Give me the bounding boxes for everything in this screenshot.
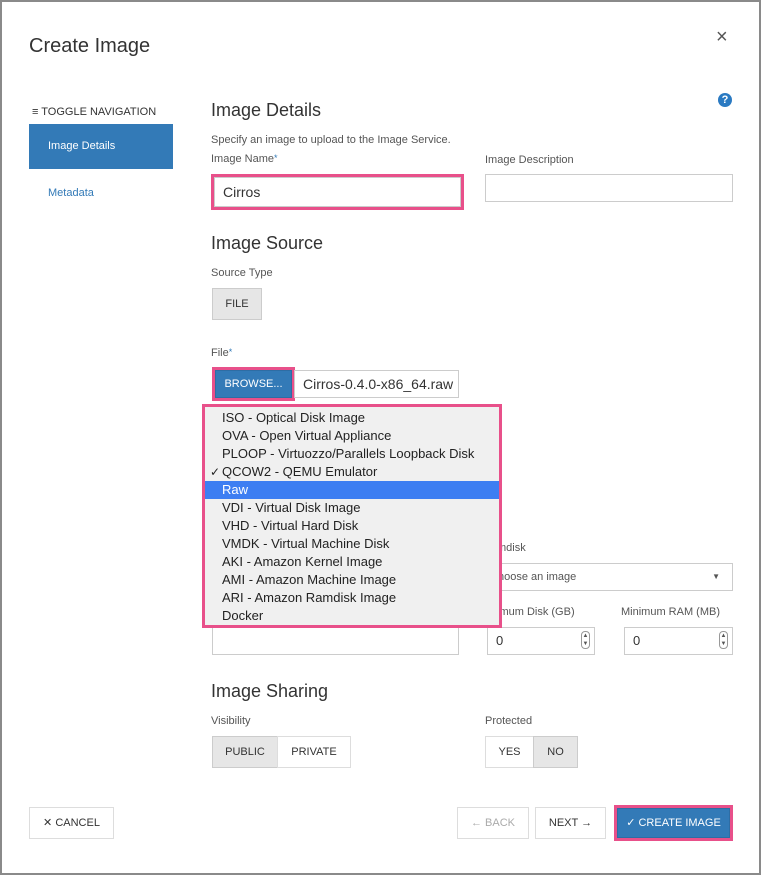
partially-hidden-input[interactable] bbox=[212, 627, 459, 655]
source-type-label: Source Type bbox=[211, 267, 273, 279]
create-image-button[interactable]: ✓ CREATE IMAGE bbox=[617, 808, 730, 838]
file-label: File* bbox=[211, 347, 233, 359]
min-disk-input[interactable]: 0 ▲ ▼ bbox=[487, 627, 595, 655]
protected-label: Protected bbox=[485, 715, 533, 727]
dropdown-option-highlighted[interactable]: Raw bbox=[205, 481, 499, 499]
stepper-up-icon[interactable]: ▲ bbox=[582, 632, 589, 640]
min-ram-value: 0 bbox=[633, 633, 641, 648]
protected-yes-button[interactable]: YES bbox=[485, 736, 534, 768]
image-sharing-heading: Image Sharing bbox=[211, 681, 329, 701]
image-details-subtitle: Specify an image to upload to the Image … bbox=[211, 134, 451, 146]
protected-no-button[interactable]: NO bbox=[533, 736, 578, 768]
dropdown-option[interactable]: VMDK - Virtual Machine Disk bbox=[205, 535, 499, 553]
chevron-down-icon: ▼ bbox=[712, 572, 720, 581]
toggle-navigation-button[interactable]: ≡ TOGGLE NAVIGATION bbox=[32, 106, 156, 118]
back-button[interactable]: ← BACK bbox=[457, 807, 529, 839]
min-ram-stepper[interactable]: ▲ ▼ bbox=[719, 631, 728, 649]
visibility-label: Visibility bbox=[211, 715, 251, 727]
help-icon[interactable]: ? bbox=[718, 93, 732, 107]
ramdisk-select-value: hoose an image bbox=[498, 571, 577, 583]
disk-format-dropdown[interactable]: ISO - Optical Disk Image OVA - Open Virt… bbox=[202, 404, 502, 628]
dropdown-option[interactable]: AKI - Amazon Kernel Image bbox=[205, 553, 499, 571]
stepper-up-icon[interactable]: ▲ bbox=[720, 632, 727, 640]
modal-title: Create Image bbox=[29, 35, 151, 57]
cancel-button[interactable]: ✕ CANCEL bbox=[29, 807, 114, 839]
dropdown-option[interactable]: VHD - Virtual Hard Disk bbox=[205, 517, 499, 535]
create-image-modal: Create Image × ? ≡ TOGGLE NAVIGATION Ima… bbox=[2, 2, 759, 873]
dropdown-option[interactable]: AMI - Amazon Machine Image bbox=[205, 571, 499, 589]
next-button[interactable]: NEXT → bbox=[535, 807, 606, 839]
min-ram-input[interactable]: 0 ▲ ▼ bbox=[624, 627, 733, 655]
dropdown-option[interactable]: PLOOP - Virtuozzo/Parallels Loopback Dis… bbox=[205, 445, 499, 463]
dropdown-option[interactable]: ARI - Amazon Ramdisk Image bbox=[205, 589, 499, 607]
dropdown-option[interactable]: Docker bbox=[205, 607, 499, 625]
min-disk-stepper[interactable]: ▲ ▼ bbox=[581, 631, 590, 649]
visibility-public-button[interactable]: PUBLIC bbox=[212, 736, 278, 768]
image-details-heading: Image Details bbox=[211, 100, 322, 120]
ramdisk-select[interactable]: hoose an image ▼ bbox=[485, 563, 733, 591]
stepper-down-icon[interactable]: ▼ bbox=[720, 640, 727, 648]
dropdown-option[interactable]: VDI - Virtual Disk Image bbox=[205, 499, 499, 517]
image-description-input[interactable] bbox=[485, 174, 733, 202]
nav-item-image-details[interactable]: Image Details bbox=[29, 124, 173, 169]
file-name-display: Cirros-0.4.0-x86_64.raw bbox=[294, 370, 459, 398]
image-name-label: Image Name* bbox=[211, 153, 278, 165]
nav-item-metadata[interactable]: Metadata bbox=[48, 187, 94, 199]
browse-button[interactable]: BROWSE... bbox=[215, 370, 292, 398]
close-icon[interactable]: × bbox=[716, 26, 728, 49]
checkmark-icon: ✓ bbox=[210, 465, 221, 479]
image-name-input[interactable]: Cirros bbox=[214, 177, 461, 207]
image-description-label: Image Description bbox=[485, 154, 574, 166]
min-disk-value: 0 bbox=[496, 633, 504, 648]
dropdown-option[interactable]: OVA - Open Virtual Appliance bbox=[205, 427, 499, 445]
min-disk-label: imum Disk (GB) bbox=[497, 606, 575, 618]
dropdown-option[interactable]: ISO - Optical Disk Image bbox=[205, 409, 499, 427]
stepper-down-icon[interactable]: ▼ bbox=[582, 640, 589, 648]
dropdown-option-checked[interactable]: ✓ QCOW2 - QEMU Emulator bbox=[205, 463, 499, 481]
min-ram-label: Minimum RAM (MB) bbox=[621, 606, 720, 618]
visibility-private-button[interactable]: PRIVATE bbox=[277, 736, 351, 768]
image-source-heading: Image Source bbox=[211, 233, 324, 253]
source-type-file-button[interactable]: FILE bbox=[212, 288, 262, 320]
